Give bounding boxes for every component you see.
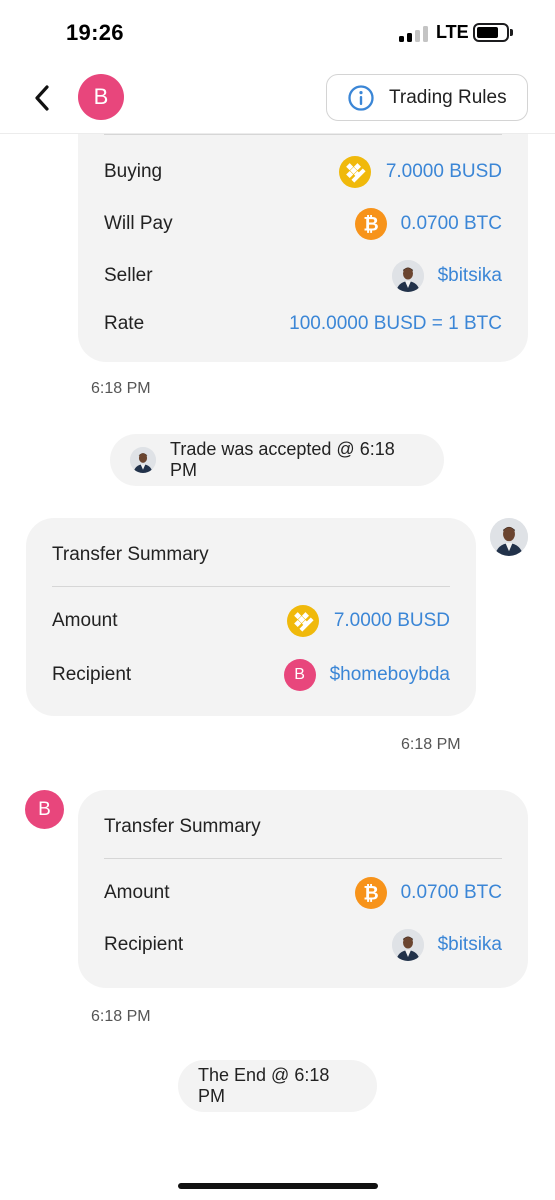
rate-value: 100.0000 BUSD = 1 BTC xyxy=(289,313,502,334)
card-divider xyxy=(104,858,502,859)
incoming-sender-avatar[interactable]: B xyxy=(25,790,64,829)
seller-photo-avatar xyxy=(391,260,424,292)
recipient-value: $bitsika xyxy=(437,934,502,955)
svg-text:₿: ₿ xyxy=(363,215,378,236)
recipient-photo-avatar xyxy=(391,929,424,961)
busd-coin-icon xyxy=(338,156,371,188)
trade-offer-card: Buying 7.0000 BUSD Will Pay ₿ 0.0700 BTC… xyxy=(78,110,528,362)
btc-coin-icon: ₿ xyxy=(354,877,387,909)
battery-tip xyxy=(510,29,513,36)
status-bar: 19:26 LTE xyxy=(0,0,555,60)
recipient-label: Recipient xyxy=(52,664,132,685)
back-chevron-icon xyxy=(35,85,49,111)
transfer-summary-title: Transfer Summary xyxy=(104,816,261,837)
acceptor-photo-avatar xyxy=(130,447,156,473)
will-pay-value-group: ₿ 0.0700 BTC xyxy=(354,208,502,240)
info-icon xyxy=(348,84,374,111)
amount-row: Amount 7.0000 BUSD xyxy=(52,604,450,638)
amount-value: 0.0700 BTC xyxy=(400,882,502,903)
signal-strength-icon xyxy=(399,26,429,42)
trade-accepted-notice: Trade was accepted @ 6:18 PM xyxy=(110,434,444,486)
amount-value-group: ₿ 0.0700 BTC xyxy=(354,877,502,909)
recipient-value: $homeboybda xyxy=(329,664,450,685)
amount-value: 7.0000 BUSD xyxy=(333,610,450,631)
buying-row: Buying 7.0000 BUSD xyxy=(104,155,502,189)
home-indicator[interactable] xyxy=(178,1183,378,1189)
seller-row: Seller $bitsika xyxy=(104,259,502,293)
offer-timestamp: 6:18 PM xyxy=(91,380,151,397)
amount-row: Amount ₿ 0.0700 BTC xyxy=(104,876,502,910)
rate-label: Rate xyxy=(104,313,145,334)
transfer-2-timestamp: 6:18 PM xyxy=(91,1008,151,1025)
battery-icon xyxy=(473,23,509,42)
chat-header: B Trading Rules xyxy=(0,60,555,134)
buying-label: Buying xyxy=(104,161,163,182)
end-notice: The End @ 6:18 PM xyxy=(178,1060,377,1112)
recipient-avatar: B xyxy=(283,659,316,691)
will-pay-label: Will Pay xyxy=(104,213,173,234)
transfer-summary-card-incoming: Transfer Summary Amount ₿ 0.0700 BTC Rec… xyxy=(78,790,528,988)
buying-value-group: 7.0000 BUSD xyxy=(338,155,502,189)
card-divider xyxy=(104,134,502,135)
recipient-label: Recipient xyxy=(104,934,184,955)
amount-label: Amount xyxy=(104,882,170,903)
status-time: 19:26 xyxy=(66,20,124,45)
trading-rules-label: Trading Rules xyxy=(389,86,507,108)
trading-rules-button[interactable]: Trading Rules xyxy=(326,74,528,121)
buying-value: 7.0000 BUSD xyxy=(385,161,502,182)
recipient-row: Recipient B $homeboybda xyxy=(52,658,450,692)
contact-avatar[interactable]: B xyxy=(78,74,124,120)
recipient-row: Recipient $bitsika xyxy=(104,928,502,962)
busd-coin-icon xyxy=(286,605,319,637)
network-type: LTE xyxy=(436,22,469,42)
recipient-value-group[interactable]: B $homeboybda xyxy=(283,659,450,691)
end-notice-text: The End @ 6:18 PM xyxy=(198,1065,330,1106)
rate-row: Rate 100.0000 BUSD = 1 BTC xyxy=(104,307,502,341)
seller-value-group[interactable]: $bitsika xyxy=(391,260,502,292)
back-button[interactable] xyxy=(24,78,60,118)
will-pay-row: Will Pay ₿ 0.0700 BTC xyxy=(104,207,502,241)
transfer-summary-title: Transfer Summary xyxy=(52,544,209,565)
seller-value: $bitsika xyxy=(437,265,502,286)
sender-photo-avatar[interactable] xyxy=(490,518,528,556)
card-divider xyxy=(52,586,450,587)
will-pay-value: 0.0700 BTC xyxy=(400,213,502,234)
svg-text:₿: ₿ xyxy=(363,884,378,905)
trade-accepted-text: Trade was accepted @ 6:18 PM xyxy=(170,439,395,480)
transfer-summary-card-outgoing: Transfer Summary Amount 7.0000 BUSD Reci… xyxy=(26,518,476,716)
transfer-1-timestamp: 6:18 PM xyxy=(401,736,461,753)
amount-label: Amount xyxy=(52,610,118,631)
amount-value-group: 7.0000 BUSD xyxy=(286,604,450,638)
btc-coin-icon: ₿ xyxy=(354,208,387,240)
recipient-value-group[interactable]: $bitsika xyxy=(391,929,502,961)
seller-label: Seller xyxy=(104,265,153,286)
